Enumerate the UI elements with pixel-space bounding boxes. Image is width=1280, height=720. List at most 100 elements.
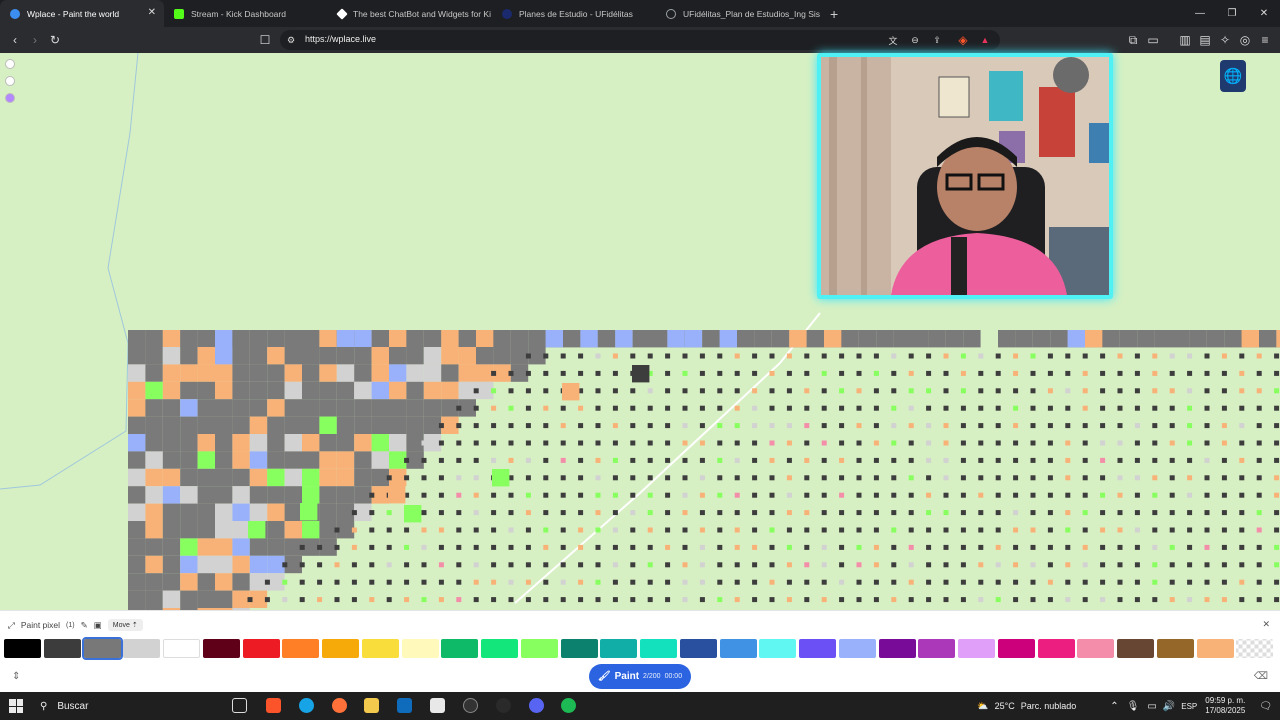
file-explorer-icon[interactable] (364, 698, 379, 713)
color-swatch[interactable] (679, 639, 717, 658)
color-swatch[interactable] (81, 637, 123, 660)
color-swatch[interactable] (1117, 639, 1154, 658)
vpn-icon[interactable]: ◎ (1236, 31, 1254, 49)
close-tab-icon[interactable]: ✕ (148, 7, 156, 18)
translate-icon[interactable]: 文 (884, 31, 902, 49)
discord-icon[interactable] (529, 698, 544, 713)
color-swatch[interactable] (997, 639, 1035, 658)
address-bar[interactable]: ⚙ https://wplace.live 文 ⊖ ⇪ ◈ ▲ (280, 30, 1000, 50)
tab-wplace[interactable]: Wplace - Paint the world ✕ (0, 0, 164, 27)
clock[interactable]: 09:59 p. m. 17/08/2025 (1205, 696, 1245, 716)
windows-start-icon[interactable] (9, 699, 23, 713)
share-icon[interactable]: ⇪ (928, 31, 946, 49)
close-panel-icon[interactable]: ✕ (1262, 619, 1270, 630)
forward-icon[interactable]: › (26, 31, 44, 49)
tab-plan-estudios-ing[interactable]: UFidélitas_Plan de Estudios_Ing Siste (656, 0, 820, 27)
network-icon[interactable]: ▭ (1147, 701, 1156, 712)
template-dot (1134, 457, 1140, 463)
save-icon[interactable]: ▣ (94, 620, 102, 631)
transparent-swatch[interactable] (1236, 639, 1274, 658)
edge-browser-icon[interactable] (299, 698, 314, 713)
pencil-icon[interactable]: ✎ (81, 620, 88, 631)
maximize-icon[interactable]: ❐ (1216, 0, 1248, 27)
color-swatch[interactable] (282, 639, 320, 658)
color-swatch[interactable] (123, 639, 161, 658)
eraser-icon[interactable]: ⌫ (1254, 671, 1268, 682)
color-swatch[interactable] (520, 639, 558, 658)
microsoft-store-icon[interactable] (430, 698, 445, 713)
notification-icon[interactable]: 🗨 (1259, 701, 1272, 712)
wallet-app-icon[interactable]: ▤ (1196, 31, 1214, 49)
color-swatch[interactable] (918, 639, 956, 658)
color-swatch[interactable] (878, 639, 916, 658)
color-swatch[interactable] (322, 639, 359, 658)
brave-shield-icon[interactable]: ◈ (954, 31, 972, 49)
zoom-icon[interactable]: ⊖ (906, 31, 924, 49)
app-icon[interactable] (496, 698, 511, 713)
color-swatch[interactable] (600, 639, 638, 658)
firefox-icon[interactable] (332, 698, 347, 713)
color-swatch[interactable] (719, 639, 757, 658)
color-swatch[interactable] (1196, 639, 1234, 658)
taskbar-search[interactable]: ⚲ Buscar (34, 696, 224, 716)
expand-icon[interactable]: ⇕ (12, 671, 20, 682)
color-swatch[interactable] (4, 639, 41, 658)
color-swatch[interactable] (163, 639, 200, 658)
brave-rewards-icon[interactable]: ▲ (976, 31, 994, 49)
tab-planes-estudio[interactable]: Planes de Estudio - UFidélitas (492, 0, 656, 27)
color-swatch[interactable] (361, 639, 399, 658)
template-dot (1065, 579, 1071, 585)
paint-button[interactable]: 🖌 Paint 2/200 00:00 (589, 664, 691, 689)
menu-icon[interactable]: ≡ (1256, 31, 1274, 49)
globe-icon[interactable]: 🌐 (1220, 60, 1246, 92)
tray-chevron-icon[interactable]: ⌃ (1110, 701, 1118, 712)
color-swatch[interactable] (441, 639, 479, 658)
minimize-icon[interactable]: — (1184, 0, 1216, 27)
weather-temp: 25°C (994, 701, 1015, 711)
task-view-icon[interactable] (232, 698, 247, 713)
microphone-icon[interactable]: 🎙 (1127, 701, 1140, 712)
spotify-icon[interactable] (561, 698, 576, 713)
collapse-icon[interactable]: ⤢ (8, 620, 15, 631)
template-dot (1169, 440, 1175, 446)
bookmark-icon[interactable]: ☐ (256, 31, 274, 49)
color-swatch[interactable] (799, 639, 836, 658)
new-tab-button[interactable]: + (820, 0, 848, 27)
color-swatch[interactable] (43, 639, 81, 658)
color-swatch[interactable] (202, 639, 240, 658)
color-swatch[interactable] (481, 639, 518, 658)
color-swatch[interactable] (1077, 639, 1115, 658)
user-icon[interactable] (5, 93, 15, 103)
color-swatch[interactable] (759, 639, 797, 658)
color-swatch[interactable] (1037, 639, 1075, 658)
color-swatch[interactable] (242, 639, 280, 658)
obs-studio-icon[interactable] (463, 698, 478, 713)
painted-pixel (197, 486, 215, 504)
tab-kick-dashboard[interactable]: Stream - Kick Dashboard (164, 0, 328, 27)
color-swatch[interactable] (838, 639, 876, 658)
url-text[interactable]: https://wplace.live (305, 34, 376, 44)
zoom-in-icon[interactable] (5, 59, 15, 69)
wallet-icon[interactable]: ▭ (1144, 31, 1162, 49)
weather-widget[interactable]: ⛅ 25°C Parc. nublado (977, 701, 1076, 712)
color-swatch[interactable] (560, 639, 598, 658)
back-icon[interactable]: ‹ (6, 31, 24, 49)
close-window-icon[interactable]: ✕ (1248, 0, 1280, 27)
template-dot (456, 405, 462, 411)
leo-ai-icon[interactable]: ✧ (1216, 31, 1234, 49)
color-swatch[interactable] (401, 639, 439, 658)
tab-chatbot[interactable]: The best ChatBot and Widgets for Ki (328, 0, 492, 27)
color-swatch[interactable] (958, 639, 995, 658)
zoom-out-icon[interactable] (5, 76, 15, 86)
sidebar-icon[interactable]: ▥ (1176, 31, 1194, 49)
move-button[interactable]: Move ⇡ (107, 619, 143, 631)
color-swatch[interactable] (1156, 639, 1194, 658)
extensions-icon[interactable]: ⧉ (1124, 31, 1142, 49)
site-settings-icon[interactable]: ⚙ (282, 31, 300, 49)
color-swatch[interactable] (640, 639, 677, 658)
brave-browser-icon[interactable] (266, 698, 281, 713)
reload-icon[interactable]: ↻ (46, 31, 64, 49)
volume-icon[interactable]: 🔊 (1163, 701, 1175, 712)
language-indicator[interactable]: ESP (1181, 702, 1197, 711)
outlook-icon[interactable] (397, 698, 412, 713)
